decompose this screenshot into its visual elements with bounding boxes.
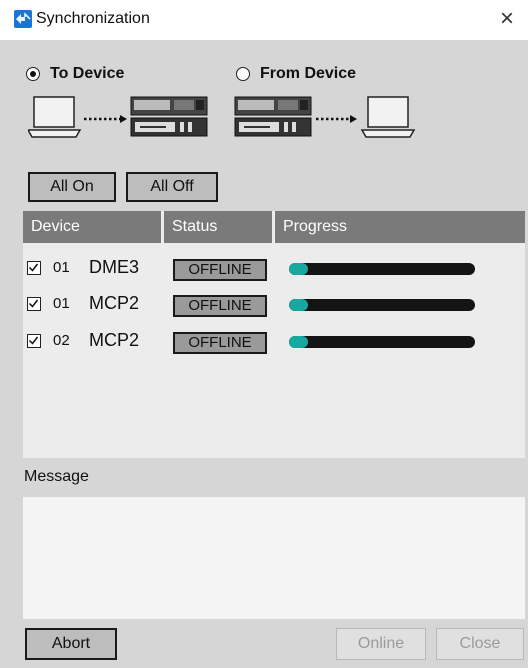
online-button[interactable]: Online [336, 628, 426, 660]
device-to-computer-icon [234, 96, 416, 138]
device-table: Device Status Progress 01 DME3 OFFLINE 0… [23, 211, 525, 458]
close-button[interactable]: Close [436, 628, 524, 660]
progress-bar [289, 263, 475, 275]
radio-unselected-icon[interactable] [236, 67, 250, 81]
table-row[interactable]: 02 MCP2 OFFLINE [23, 324, 525, 360]
column-header-progress[interactable]: Progress [275, 211, 525, 243]
window-title: Synchronization [36, 10, 150, 27]
device-checkbox[interactable] [27, 261, 41, 275]
device-number: 01 [53, 259, 70, 276]
to-device-diagram [26, 90, 214, 153]
all-off-label: All Off [150, 178, 194, 195]
device-name: MCP2 [89, 330, 140, 350]
radio-to-device-label: To Device [50, 65, 125, 82]
app-icon [14, 10, 32, 28]
column-header-device[interactable]: Device [23, 211, 161, 243]
progress-fill [289, 299, 308, 311]
abort-label: Abort [51, 635, 91, 652]
all-on-button[interactable]: All On [28, 172, 116, 202]
status-badge: OFFLINE [173, 332, 267, 354]
table-row[interactable]: 01 DME3 OFFLINE [23, 251, 525, 287]
device-checkbox[interactable] [27, 334, 41, 348]
all-on-label: All On [50, 178, 94, 195]
close-icon[interactable]: × [494, 4, 520, 34]
device-number: 02 [53, 332, 70, 349]
message-label: Message [24, 468, 89, 485]
progress-fill [289, 263, 308, 275]
column-header-status[interactable]: Status [164, 211, 272, 243]
title-bar: Synchronization × [0, 0, 528, 40]
message-box[interactable] [23, 497, 525, 619]
radio-to-device[interactable]: To Device [26, 62, 124, 86]
abort-button[interactable]: Abort [25, 628, 117, 660]
device-name: DME3 [89, 257, 140, 277]
check-icon [28, 299, 39, 308]
progress-bar [289, 299, 475, 311]
radio-from-device-label: From Device [260, 65, 357, 82]
device-number: 01 [53, 295, 70, 312]
status-badge: OFFLINE [173, 295, 267, 317]
progress-bar [289, 336, 475, 348]
status-badge: OFFLINE [173, 259, 267, 281]
close-label: Close [459, 635, 501, 652]
table-header: Device Status Progress [23, 211, 525, 243]
all-off-button[interactable]: All Off [126, 172, 218, 202]
device-checkbox[interactable] [27, 297, 41, 311]
from-device-diagram [232, 90, 422, 153]
radio-from-device[interactable]: From Device [236, 62, 356, 86]
progress-fill [289, 336, 308, 348]
table-row[interactable]: 01 MCP2 OFFLINE [23, 287, 525, 323]
check-icon [28, 336, 39, 345]
radio-selected-icon[interactable] [26, 67, 40, 81]
device-name: MCP2 [89, 293, 140, 313]
online-label: Online [357, 635, 405, 652]
check-icon [28, 263, 39, 272]
computer-to-device-icon [26, 96, 208, 138]
